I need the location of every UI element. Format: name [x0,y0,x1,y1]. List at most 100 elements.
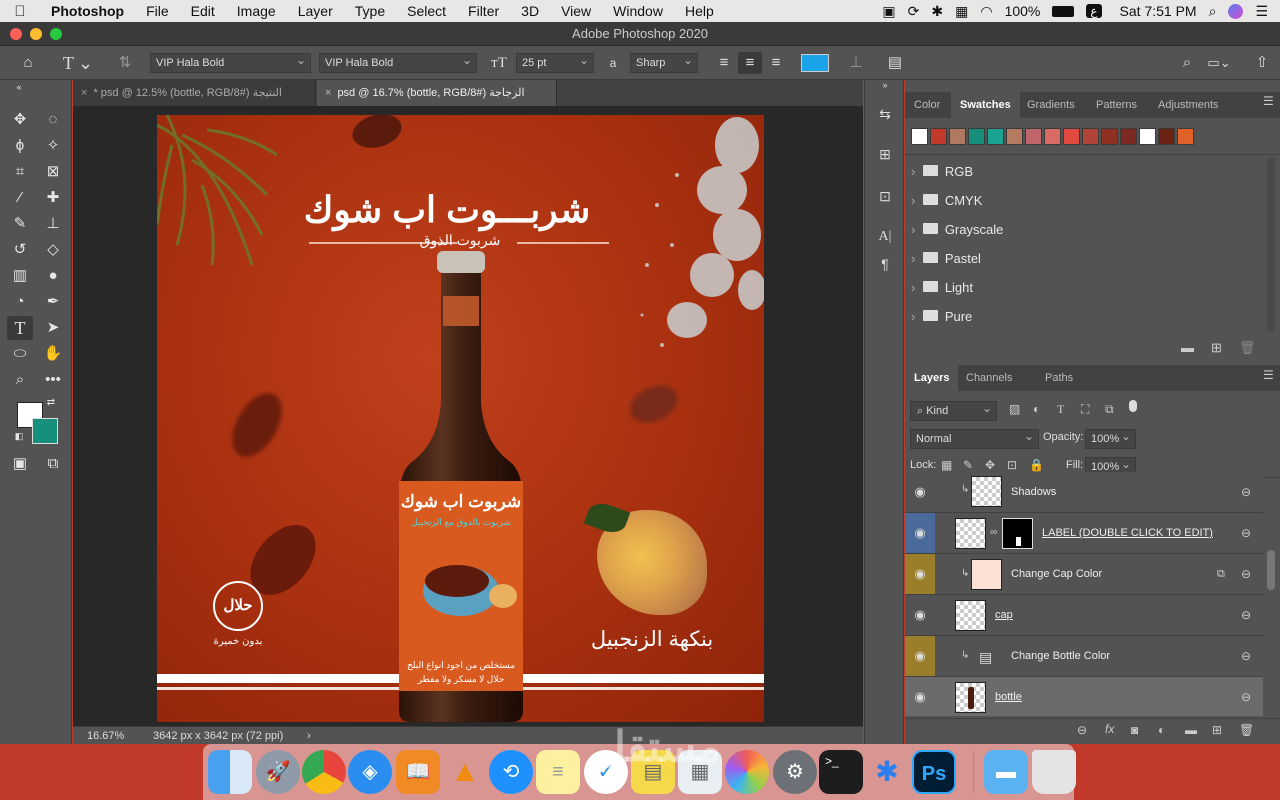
swatch-folder-cmyk[interactable]: › CMYK [911,186,1266,215]
tab-document-result[interactable]: × * psd @ 12.5% (bottle, RGB/8#) النتيجة [73,80,316,106]
layer-name[interactable]: Change Cap Color [1011,554,1102,594]
mask-link-icon[interactable]: ∞ [990,527,997,538]
visibility-eye-icon[interactable]: ◉ [905,472,935,512]
home-icon[interactable]: ⌂ [16,52,40,74]
swatch-folder-light[interactable]: › Light [911,273,1266,302]
visibility-eye-icon[interactable]: ◉ [905,513,935,553]
swatch-folder-grayscale[interactable]: › Grayscale [911,215,1266,244]
layer-mask-thumbnail[interactable] [1002,518,1033,549]
menu-edit[interactable]: Edit [180,3,226,19]
layers-scrollbar[interactable] [1267,550,1275,590]
type-tool-preset-icon[interactable]: T ⌄ [60,52,96,74]
crop-tool-icon[interactable]: ⌗ [7,160,33,184]
clone-stamp-tool-icon[interactable]: ⊥ [40,212,66,236]
visibility-eye-icon[interactable]: ◉ [905,554,935,594]
finder-icon[interactable] [208,750,252,794]
menu-3d[interactable]: 3D [510,3,550,19]
shareit-icon[interactable]: ⟲ [489,750,533,794]
delete-swatch-icon[interactable]: 🗑 [1239,340,1256,356]
visibility-eye-icon[interactable]: ◉ [905,595,935,635]
menubar-clock[interactable]: Sat 7:51 PM [1120,3,1197,19]
menu-window[interactable]: Window [602,3,674,19]
swatch-11[interactable] [1120,128,1137,145]
history-panel-icon[interactable]: ⇆ [872,102,898,126]
launchpad-icon[interactable]: 🚀 [256,750,300,794]
close-window-icon[interactable] [10,28,22,40]
swatch-4[interactable] [987,128,1004,145]
antialias-select[interactable]: Sharp [630,51,698,73]
pen-tool-icon[interactable]: ✒ [40,290,66,314]
halal-badge[interactable]: حلال [213,581,263,631]
label-description-line-1[interactable]: مستخلص من اجود انواع البلح [399,660,523,671]
headline-text[interactable]: شربـــوت اب شوك [277,189,617,231]
lock-all-icon[interactable]: 🔒 [1029,458,1044,472]
swatch-folder-pastel[interactable]: › Pastel [911,244,1266,273]
zoom-level[interactable]: 16.67% [87,727,124,745]
eyedropper-tool-icon[interactable]: ⁄ [7,186,33,210]
layer-row-change-bottle-color[interactable]: ◉ ↳ ▤ Change Bottle Color ⊖ [905,636,1263,677]
filter-pixel-icon[interactable]: ▨ [1009,402,1020,416]
swatch-folder-pure[interactable]: › Pure [911,302,1266,331]
gradient-tool-icon[interactable]: ▥ [7,264,33,288]
ellipse-tool-icon[interactable]: ⬭ [7,342,33,366]
eraser-tool-icon[interactable]: ◇ [40,238,66,262]
menu-file[interactable]: File [135,3,180,19]
paragraph-panel-icon[interactable]: ¶ [872,252,898,276]
bluetooth-file-exchange-icon[interactable]: ✱ [865,750,909,794]
swatch-10[interactable] [1101,128,1118,145]
tab-swatches[interactable]: Swatches [951,92,1020,118]
blur-tool-icon[interactable]: ● [40,264,66,288]
add-mask-icon[interactable]: ◙ [1131,723,1138,737]
menu-view[interactable]: View [550,3,602,19]
spotlight-search-icon[interactable]: ⌕ [1209,3,1217,20]
properties-panel-icon[interactable]: ⊞ [872,142,898,166]
menu-layer[interactable]: Layer [287,3,344,19]
menu-filter[interactable]: Filter [457,3,510,19]
swatch-13[interactable] [1158,128,1175,145]
screen-mode-icon[interactable]: ⧉ [40,452,66,476]
layer-row-bottle[interactable]: ◉ bottle ⊖ [905,677,1263,716]
ginger-flavor-text[interactable]: بنكهة الزنجبيل [577,627,727,652]
new-group-icon[interactable]: ▬ [1181,340,1194,355]
blend-mode-select[interactable]: Normal [910,427,1039,449]
path-selection-tool-icon[interactable]: ➤ [40,316,66,340]
battery-icon[interactable] [1052,5,1075,17]
keyboard-layout-icon[interactable]: ع [1086,4,1102,18]
close-tab-icon[interactable]: × [81,87,87,99]
halal-subtitle[interactable]: بدون خميرة [199,636,277,647]
bluetooth-icon[interactable]: ✱ [931,3,943,20]
label-title-text[interactable]: شربوت اب شوك [399,492,523,512]
type-tool-icon[interactable]: T [7,316,33,340]
align-center-icon[interactable]: ≡ [738,52,762,74]
opacity-input[interactable]: 100% [1085,427,1136,449]
swatch-5[interactable] [1006,128,1023,145]
zoom-tool-icon[interactable]: ⌕ [7,368,33,392]
swatch-1[interactable] [930,128,947,145]
new-layer-icon[interactable]: ⊞ [1212,723,1222,737]
filter-toggle-icon[interactable] [1129,400,1137,412]
swatches-scrollbar[interactable] [1267,157,1275,332]
history-brush-tool-icon[interactable]: ↺ [7,238,33,262]
zoom-window-icon[interactable] [50,28,62,40]
tab-layers[interactable]: Layers [905,365,959,391]
more-tools-icon[interactable]: ••• [40,368,66,392]
font-style-select[interactable]: VIP Hala Bold [319,51,477,73]
healing-brush-tool-icon[interactable]: ✚ [40,186,66,210]
swatch-14[interactable] [1177,128,1194,145]
link-layers-icon[interactable]: ⊖ [1077,723,1087,737]
default-colors-icon[interactable]: ◧ [13,430,25,442]
new-adjustment-layer-icon[interactable]: ◐ [1158,723,1165,737]
lock-image-pixels-icon[interactable]: ✎ [963,458,973,472]
menu-help[interactable]: Help [674,3,725,19]
layer-effects-icon[interactable]: fx [1105,722,1114,736]
tab-gradients[interactable]: Gradients [1018,92,1084,118]
label-subtitle-text[interactable]: شربوت بالذوق مع الزنجبيل [399,517,523,528]
menu-type[interactable]: Type [344,3,396,19]
notification-center-icon[interactable]: ☰ [1255,3,1268,20]
collapse-toolbar-icon[interactable]: « [6,82,32,92]
system-preferences-icon[interactable]: ⚙ [773,750,817,794]
photoshop-dock-icon[interactable]: Ps [912,750,956,794]
swatch-0[interactable] [911,128,928,145]
filter-shape-icon[interactable]: ⛶ [1081,402,1089,417]
layers-panel-menu-icon[interactable]: ☰ [1263,368,1274,382]
